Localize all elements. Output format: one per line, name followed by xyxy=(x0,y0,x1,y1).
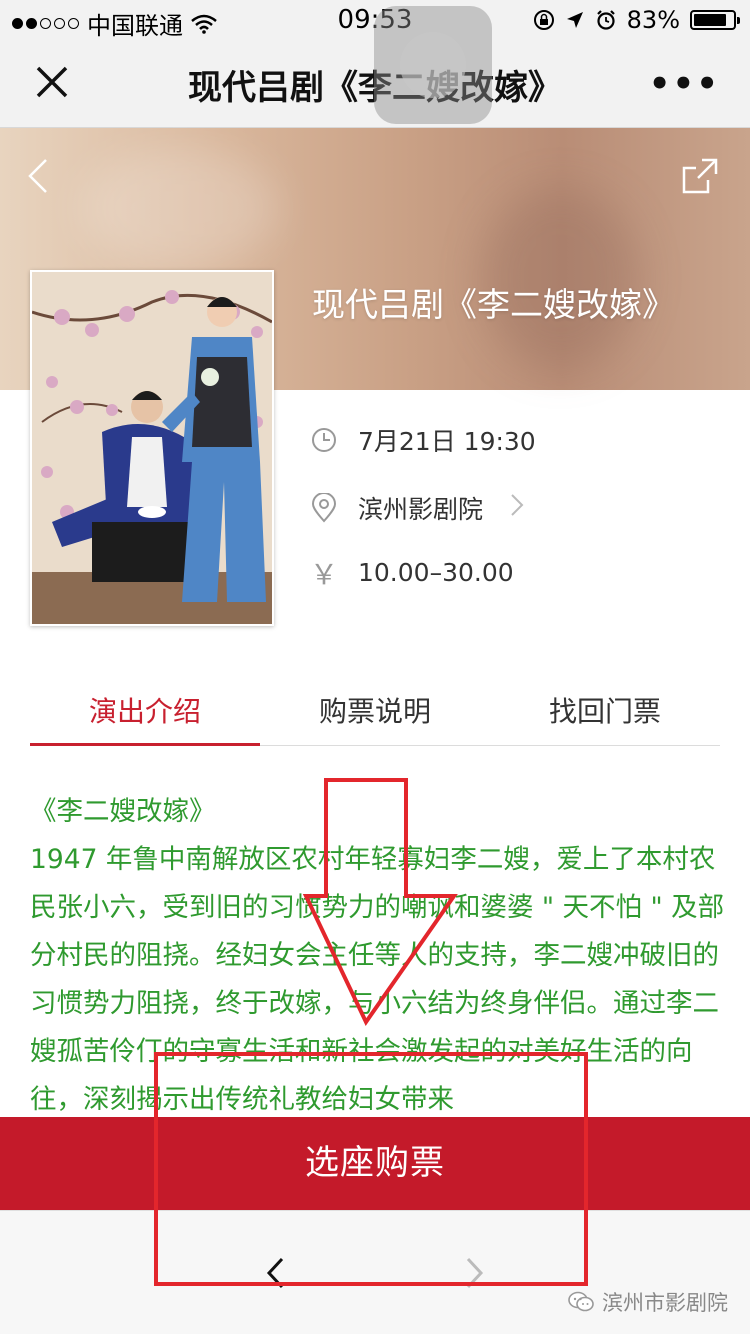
alarm-icon xyxy=(596,10,615,30)
tab-ticket-info[interactable]: 购票说明 xyxy=(260,676,490,745)
chevron-right-icon xyxy=(509,492,525,525)
tab-show-intro[interactable]: 演出介绍 xyxy=(30,676,260,746)
annotation-box xyxy=(154,1052,588,1286)
watermark: 滨州市影剧院 xyxy=(568,1287,728,1317)
info-price: ￥ 10.00–30.00 xyxy=(310,557,514,591)
battery-icon xyxy=(690,10,740,30)
floating-assistive-button[interactable] xyxy=(374,6,492,124)
close-icon[interactable] xyxy=(32,62,72,102)
location-pin-icon xyxy=(310,493,338,523)
show-price: 10.00–30.00 xyxy=(358,558,514,587)
tab-bar: 演出介绍 购票说明 找回门票 xyxy=(30,676,720,746)
battery-percent: 83% xyxy=(626,6,680,34)
show-title: 现代吕剧《李二嫂改嫁》 xyxy=(312,285,675,324)
info-venue[interactable]: 滨州影剧院 xyxy=(310,490,525,526)
rotation-lock-icon xyxy=(533,10,554,30)
show-venue[interactable]: 滨州影剧院 xyxy=(358,490,483,526)
share-icon[interactable] xyxy=(680,156,720,196)
more-icon[interactable]: ••• xyxy=(649,64,720,104)
clock-icon xyxy=(310,426,338,454)
tab-retrieve-ticket[interactable]: 找回门票 xyxy=(490,676,720,745)
battery-fill xyxy=(694,14,726,26)
yen-icon: ￥ xyxy=(310,557,339,591)
wechat-icon xyxy=(568,1291,594,1312)
back-icon[interactable] xyxy=(26,156,50,196)
annotation-arrow xyxy=(302,778,458,1026)
location-icon xyxy=(566,12,583,28)
show-poster xyxy=(30,270,274,626)
info-datetime: 7月21日 19:30 xyxy=(310,422,536,458)
show-datetime: 7月21日 19:30 xyxy=(358,427,536,456)
watermark-text: 滨州市影剧院 xyxy=(602,1291,728,1315)
status-right: 83% xyxy=(533,6,740,34)
